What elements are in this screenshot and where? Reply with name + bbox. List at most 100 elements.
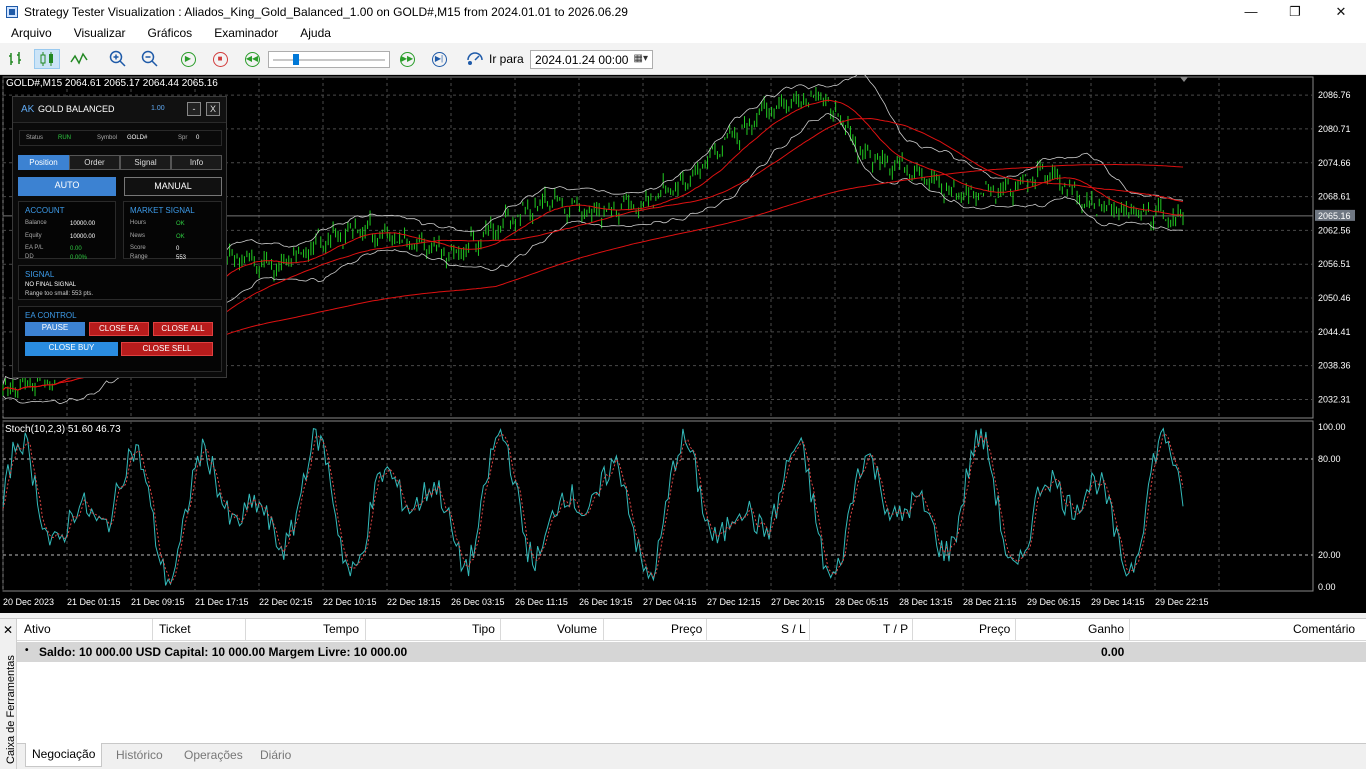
- menu-visualizar[interactable]: Visualizar: [63, 26, 137, 40]
- ea-close-button[interactable]: X: [206, 102, 220, 116]
- goto-icon[interactable]: [464, 49, 486, 69]
- news-value: OK: [176, 234, 185, 240]
- dd-label: DD: [25, 254, 34, 260]
- pause-button[interactable]: PAUSE: [25, 322, 85, 336]
- zoom-out-icon[interactable]: [139, 49, 161, 69]
- tab-operacoes[interactable]: Operações: [184, 748, 243, 762]
- step-forward-icon[interactable]: ▶|: [428, 49, 450, 69]
- tab-position[interactable]: Position: [18, 155, 69, 170]
- balance-gain: 0.00: [1101, 645, 1125, 659]
- news-label: News: [130, 233, 146, 239]
- speed-slider[interactable]: [268, 51, 390, 68]
- toolbox-close-icon[interactable]: ✕: [3, 623, 13, 637]
- ea-control-title: EA CONTROL: [25, 311, 77, 320]
- tab-negociacao[interactable]: Negociação: [25, 743, 103, 767]
- col-preco[interactable]: Preço: [671, 622, 702, 636]
- stochastic-label: Stoch(10,2,3) 51.60 46.73: [5, 424, 121, 435]
- signal-title: SIGNAL: [25, 270, 55, 279]
- hours-value: OK: [176, 221, 185, 227]
- slider-thumb[interactable]: [293, 54, 299, 65]
- col-tp[interactable]: T / P: [883, 622, 908, 636]
- menu-graficos[interactable]: Gráficos: [137, 26, 204, 40]
- score-label: Score: [130, 245, 146, 251]
- manual-button[interactable]: MANUAL: [124, 177, 222, 196]
- equity-value: 10000.00: [70, 234, 96, 240]
- balance-value: 10000.00: [70, 221, 96, 227]
- close-sell-button[interactable]: CLOSE SELL: [121, 342, 213, 356]
- tab-historico[interactable]: Histórico: [116, 748, 163, 762]
- window-titlebar: Strategy Tester Visualization : Aliados_…: [0, 0, 1366, 23]
- menu-examinador[interactable]: Examinador: [203, 26, 289, 40]
- chart-area[interactable]: 2086.76 2080.71 2074.66 2068.61 2062.56 2056.…: [0, 75, 1366, 613]
- col-ativo[interactable]: Ativo: [24, 622, 51, 636]
- status-label: Status: [26, 135, 44, 141]
- time-label: 28 Dec 21:15: [963, 597, 1017, 607]
- spread-label: Spr: [178, 135, 188, 141]
- menu-ajuda[interactable]: Ajuda: [289, 26, 342, 40]
- stochastic-main-line: [2, 427, 1184, 586]
- stochastic-signal-line: [2, 433, 1184, 584]
- goto-label: Ir para: [489, 52, 524, 66]
- price-label: 2080.71: [1318, 124, 1351, 134]
- pl-label: EA P/L: [25, 245, 44, 251]
- menu-arquivo[interactable]: Arquivo: [0, 26, 63, 40]
- price-label: 2038.36: [1318, 361, 1351, 371]
- account-box: ACCOUNT Balance 10000.00 Equity 10000.00…: [18, 201, 116, 261]
- tab-diario[interactable]: Diário: [260, 748, 291, 762]
- col-sl[interactable]: S / L: [781, 622, 806, 636]
- col-preco-2[interactable]: Preço: [979, 622, 1010, 636]
- rewind-icon[interactable]: ◀◀: [241, 49, 263, 69]
- time-label: 21 Dec 09:15: [131, 597, 185, 607]
- close-buy-button[interactable]: CLOSE BUY: [25, 342, 118, 356]
- score-value: 0: [176, 246, 180, 252]
- goto-date-input[interactable]: 2024.01.24 00:00 ▦▾: [530, 50, 653, 69]
- col-comentario[interactable]: Comentário: [1293, 622, 1355, 636]
- ea-minimize-button[interactable]: -: [187, 102, 201, 116]
- zoom-in-icon[interactable]: [107, 49, 129, 69]
- stop-icon[interactable]: ■: [209, 49, 231, 69]
- ea-logo: AK: [21, 104, 35, 115]
- price-label: 2050.46: [1318, 293, 1351, 303]
- time-label: 29 Dec 06:15: [1027, 597, 1081, 607]
- toolbar: ▶ ■ ◀◀ ▶▶ ▶| Ir para 2024.01.24 00:00 ▦▾: [0, 43, 1366, 75]
- trade-table-header: Ativo Ticket Tempo Tipo Volume Preço S /…: [17, 619, 1366, 641]
- bullet-icon: •: [25, 645, 29, 656]
- spread-value: 0: [196, 135, 200, 141]
- tab-order[interactable]: Order: [69, 155, 120, 170]
- close-window-button[interactable]: ✕: [1318, 0, 1364, 23]
- toolbox-tabs: Negociação Histórico Operações Diário: [17, 743, 1366, 769]
- ea-status-bar: Status RUN Symbol GOLD# Spr 0: [19, 130, 222, 146]
- ea-version: 1.00: [151, 105, 165, 112]
- candlestick-icon[interactable]: [34, 49, 60, 69]
- market-signal-title: MARKET SIGNAL: [130, 206, 195, 215]
- col-tempo[interactable]: Tempo: [323, 622, 359, 636]
- bar-chart-icon[interactable]: [5, 49, 27, 69]
- time-label: 27 Dec 20:15: [771, 597, 825, 607]
- minimize-button[interactable]: —: [1228, 0, 1274, 23]
- balance-label: Balance: [25, 220, 47, 226]
- time-label: 21 Dec 01:15: [67, 597, 121, 607]
- line-chart-icon[interactable]: [68, 49, 90, 69]
- fast-forward-icon[interactable]: ▶▶: [396, 49, 418, 69]
- price-label: 2044.41: [1318, 327, 1351, 337]
- calendar-dropdown-icon[interactable]: ▦▾: [634, 53, 648, 64]
- ohlc-readout: GOLD#,M15 2064.61 2065.17 2064.44 2065.1…: [6, 78, 218, 89]
- play-icon[interactable]: ▶: [177, 49, 199, 69]
- price-label: 2074.66: [1318, 158, 1351, 168]
- col-volume[interactable]: Volume: [557, 622, 597, 636]
- auto-button[interactable]: AUTO: [18, 177, 116, 196]
- col-ganho[interactable]: Ganho: [1088, 622, 1124, 636]
- current-price-label: 2065.16: [1318, 211, 1351, 221]
- ea-name: GOLD BALANCED: [38, 104, 115, 114]
- tab-signal[interactable]: Signal: [120, 155, 171, 170]
- col-tipo[interactable]: Tipo: [472, 622, 495, 636]
- close-all-button[interactable]: CLOSE ALL: [153, 322, 213, 336]
- maximize-button[interactable]: ❐: [1272, 0, 1318, 23]
- time-label: 27 Dec 04:15: [643, 597, 697, 607]
- col-ticket[interactable]: Ticket: [159, 622, 191, 636]
- tab-info[interactable]: Info: [171, 155, 222, 170]
- balance-row[interactable]: • Saldo: 10 000.00 USD Capital: 10 000.0…: [17, 642, 1366, 662]
- close-ea-button[interactable]: CLOSE EA: [89, 322, 149, 336]
- time-label: 29 Dec 22:15: [1155, 597, 1209, 607]
- time-label: 22 Dec 10:15: [323, 597, 377, 607]
